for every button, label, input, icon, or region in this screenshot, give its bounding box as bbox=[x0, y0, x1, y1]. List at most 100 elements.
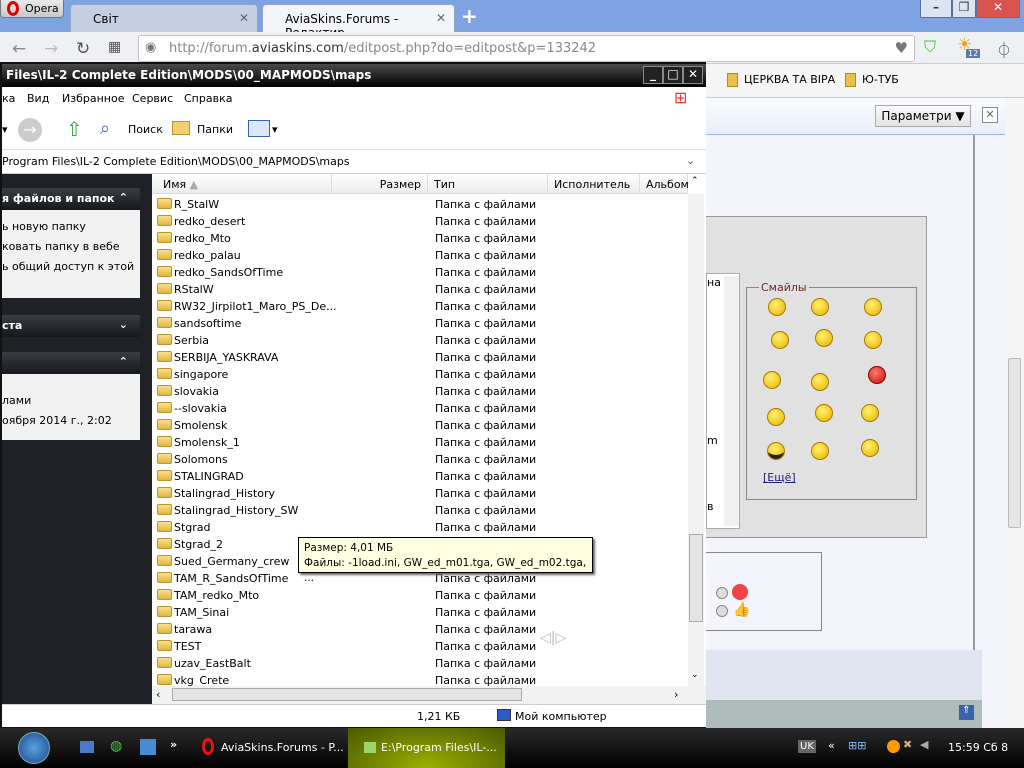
views-dropdown-icon[interactable]: ▾ bbox=[272, 123, 278, 136]
file-row[interactable]: slovakia Папка с файлами bbox=[152, 383, 688, 400]
up-folder-icon[interactable]: ⇧ bbox=[66, 117, 83, 141]
smiley-icon[interactable] bbox=[868, 366, 886, 384]
new-tab-button[interactable]: + bbox=[461, 4, 478, 28]
collapse-icon[interactable]: ⌃ bbox=[119, 191, 128, 204]
list-vscrollbar[interactable]: ⌃ ⌄ bbox=[688, 176, 704, 686]
expand-icon[interactable]: ⌄ bbox=[119, 318, 128, 331]
forward-icon[interactable]: → bbox=[44, 39, 58, 59]
task-new-folder[interactable]: ь новую папку bbox=[2, 216, 140, 236]
textarea-scrollbar[interactable] bbox=[724, 276, 739, 526]
speed-dial-icon[interactable]: ▦ bbox=[108, 39, 121, 55]
file-row[interactable]: STALINGRAD Папка с файлами bbox=[152, 468, 688, 485]
smiley-icon[interactable] bbox=[864, 298, 882, 316]
search-button[interactable]: Поиск bbox=[128, 123, 163, 136]
file-row[interactable]: singapore Папка с файлами bbox=[152, 366, 688, 383]
file-row[interactable]: redko_palau Папка с файлами bbox=[152, 247, 688, 264]
smiley-icon[interactable] bbox=[811, 298, 829, 316]
file-row[interactable]: RStalW Папка с файлами bbox=[152, 281, 688, 298]
file-row[interactable]: Stalingrad_History Папка с файлами bbox=[152, 485, 688, 502]
tray-x-icon[interactable]: ✖ bbox=[903, 738, 912, 751]
explorer-address-bar[interactable]: Program Files\IL-2 Complete Edition\MODS… bbox=[2, 150, 706, 174]
file-row[interactable]: Stgrad Папка с файлами bbox=[152, 519, 688, 536]
heart-icon[interactable]: ♥ bbox=[895, 39, 908, 57]
show-desktop-icon[interactable] bbox=[80, 741, 94, 753]
file-row[interactable]: --slovakia Папка с файлами bbox=[152, 400, 688, 417]
scroll-thumb[interactable] bbox=[1008, 358, 1021, 528]
menu-item[interactable]: ка bbox=[2, 92, 15, 105]
smiley-icon[interactable] bbox=[767, 442, 785, 460]
smiley-icon[interactable] bbox=[815, 404, 833, 422]
restore-button[interactable]: ❐ bbox=[952, 0, 976, 18]
tray-app-icon[interactable] bbox=[887, 740, 900, 753]
file-row[interactable]: Serbia Папка с файлами bbox=[152, 332, 688, 349]
other-places-header[interactable]: ста ⌄ bbox=[2, 315, 140, 337]
browser-quicklaunch-icon[interactable]: ◍ bbox=[110, 738, 122, 754]
close-tab-icon[interactable]: ✕ bbox=[239, 11, 249, 25]
download-icon[interactable]: ⏀ bbox=[996, 37, 1012, 61]
details-header[interactable]: ⌃ bbox=[2, 352, 140, 374]
explorer-minimize[interactable]: _ bbox=[643, 66, 663, 84]
column-name[interactable]: Имя ▲ bbox=[152, 174, 332, 194]
taskbar-item-opera[interactable]: AviaSkins.Forums - P... bbox=[221, 741, 344, 754]
shield-icon[interactable]: ⛉ bbox=[924, 37, 936, 57]
menu-tools[interactable]: Сервис bbox=[132, 92, 173, 105]
page-scrollbar[interactable] bbox=[1005, 98, 1024, 728]
scroll-left-icon[interactable]: ‹ bbox=[156, 688, 160, 701]
column-size[interactable]: Размер bbox=[332, 174, 428, 194]
back-icon[interactable]: ← bbox=[12, 39, 26, 59]
url-input[interactable]: ◉ http://forum.aviaskins.com/editpost.php… bbox=[138, 35, 915, 62]
scroll-top-icon[interactable]: ⇑ bbox=[959, 705, 974, 720]
menu-view[interactable]: Вид bbox=[27, 92, 49, 105]
hscroll-thumb[interactable] bbox=[172, 688, 522, 701]
opera-menu-button[interactable]: Opera bbox=[0, 0, 64, 18]
task-publish-web[interactable]: ковать папку в вебе bbox=[2, 236, 140, 256]
bookmark-folder[interactable]: Ю-ТУБ bbox=[845, 73, 899, 87]
smiley-icon[interactable] bbox=[811, 442, 829, 460]
file-row[interactable]: tarawa Папка с файлами bbox=[152, 621, 688, 638]
start-button[interactable] bbox=[18, 732, 50, 764]
file-row[interactable]: TEST Папка с файлами bbox=[152, 638, 688, 655]
file-row[interactable]: TAM_redko_Mto Папка с файлами bbox=[152, 587, 688, 604]
file-row[interactable]: TAM_Sinai Папка с файлами bbox=[152, 604, 688, 621]
search-icon[interactable]: ⌕ bbox=[100, 118, 110, 139]
explorer-close[interactable]: ✕ bbox=[683, 66, 703, 84]
collapse-icon[interactable]: ⌃ bbox=[119, 355, 128, 368]
tab-svit[interactable]: Світ ✕ bbox=[70, 4, 258, 32]
tab-aviaskins[interactable]: AviaSkins.Forums - Редактир✕ bbox=[262, 4, 455, 40]
radio-button[interactable] bbox=[716, 587, 728, 599]
file-tasks-header[interactable]: я файлов и папок ⌃ bbox=[2, 188, 140, 210]
file-row[interactable]: RW32_Jirpilot1_Maro_PS_De... Папка с файл… bbox=[152, 298, 688, 315]
explorer-maximize[interactable]: □ bbox=[663, 66, 683, 84]
close-infobar-icon[interactable]: ✕ bbox=[982, 107, 998, 123]
menu-help[interactable]: Справка bbox=[184, 92, 232, 105]
reload-icon[interactable]: ↻ bbox=[76, 39, 90, 59]
file-row[interactable]: Stalingrad_History_SW Папка с файлами bbox=[152, 502, 688, 519]
folders-button[interactable]: Папки bbox=[197, 123, 233, 136]
smiley-icon[interactable] bbox=[811, 373, 829, 391]
scroll-up-icon[interactable]: ⌃ bbox=[691, 176, 699, 186]
forward-icon[interactable]: → bbox=[18, 118, 42, 142]
smiley-icon[interactable] bbox=[767, 408, 785, 426]
file-row[interactable]: R_StalW Папка с файлами bbox=[152, 196, 688, 213]
file-row[interactable]: redko_Mto Папка с файлами bbox=[152, 230, 688, 247]
smiley-icon[interactable] bbox=[771, 331, 789, 349]
scroll-down-icon[interactable]: ⌄ bbox=[691, 670, 699, 680]
more-smilies-link[interactable]: [Ещё] bbox=[763, 471, 796, 484]
scroll-thumb[interactable] bbox=[689, 534, 703, 622]
address-dropdown-icon[interactable]: ⌄ bbox=[686, 154, 695, 167]
list-hscrollbar[interactable]: ‹ › bbox=[152, 686, 706, 704]
smiley-icon[interactable] bbox=[861, 404, 879, 422]
options-button[interactable]: Параметри ▼ bbox=[875, 105, 971, 127]
smiley-icon[interactable] bbox=[768, 298, 786, 316]
column-album[interactable]: Альбом bbox=[640, 174, 689, 194]
smiley-icon[interactable] bbox=[763, 371, 781, 389]
task-share[interactable]: ь общий доступ к этой bbox=[2, 256, 140, 276]
snap-icon[interactable] bbox=[140, 739, 156, 755]
message-textarea[interactable]: на m в bbox=[706, 273, 740, 529]
smiley-icon[interactable] bbox=[861, 439, 879, 457]
close-tab-icon[interactable]: ✕ bbox=[436, 11, 446, 25]
radio-button[interactable] bbox=[716, 605, 728, 617]
smiley-icon[interactable] bbox=[815, 329, 833, 347]
menu-favorites[interactable]: Избранное bbox=[62, 92, 124, 105]
back-dropdown-icon[interactable]: ▾ bbox=[2, 123, 8, 136]
